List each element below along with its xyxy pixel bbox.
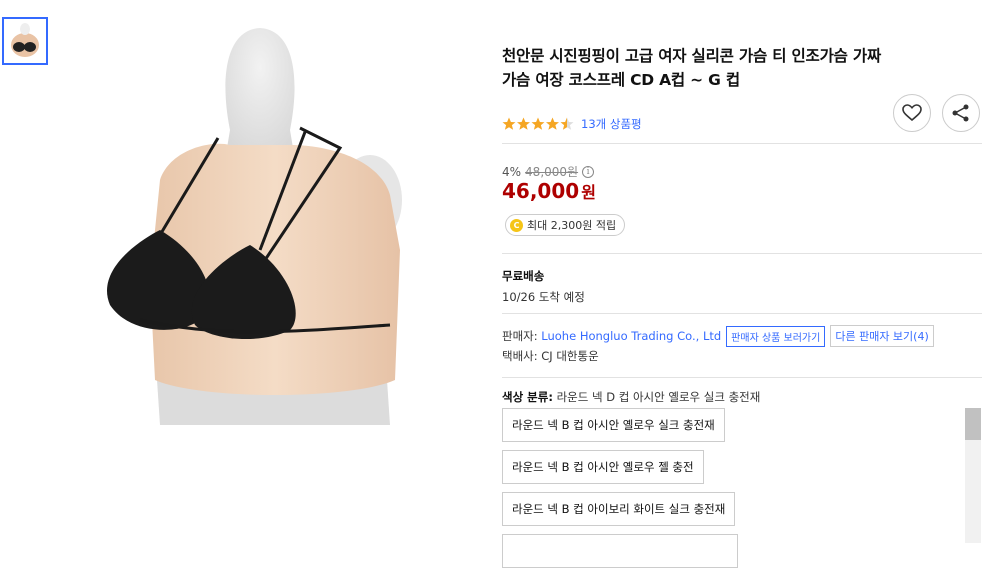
divider	[502, 377, 982, 378]
option-button[interactable]: 라운드 넥 B 컵 아이보리 화이트 실크 충전재	[502, 492, 736, 526]
wishlist-button[interactable]	[893, 94, 931, 132]
color-option-label: 색상 분류: 라운드 넥 D 컵 아시안 옐로우 실크 충전재	[502, 389, 760, 405]
coin-icon: C	[510, 218, 523, 232]
color-option-title: 색상 분류:	[502, 390, 553, 404]
product-thumbnail-image	[6, 21, 44, 61]
seller-label: 판매자:	[502, 329, 538, 343]
seller-row: 판매자: Luohe Hongluo Trading Co., Ltd 판매자 …	[502, 325, 934, 347]
discount-rate: 4%	[502, 164, 522, 179]
scrollbar-thumb[interactable]	[965, 408, 981, 440]
divider	[502, 143, 982, 144]
rating-row[interactable]: 13개 상품평	[502, 116, 642, 132]
price-amount: 46,000	[502, 179, 580, 203]
seller-name-link[interactable]: Luohe Hongluo Trading Co., Ltd	[541, 329, 721, 343]
selected-color-option: 라운드 넥 D 컵 아시안 옐로우 실크 충전재	[556, 390, 761, 404]
review-count-link[interactable]: 13개 상품평	[581, 116, 642, 132]
product-title: 천안문 시진핑핑이 고급 여자 실리콘 가슴 티 인조가슴 가짜가슴 여장 코스…	[502, 47, 882, 89]
share-icon	[952, 104, 969, 122]
view-seller-products-button[interactable]: 판매자 상품 보러가기	[726, 325, 826, 347]
price-currency: 원	[581, 183, 596, 202]
option-button[interactable]: 라운드 넥 B 컵 아시안 옐로우 젤 충전	[502, 450, 704, 484]
other-sellers-button[interactable]: 다른 판매자 보기(4)	[830, 325, 934, 347]
arrival-date: 10/26 도착 예정	[502, 290, 585, 304]
shipping-label: 무료배송	[502, 269, 545, 283]
points-badge: C 최대 2,300원 적립	[505, 214, 626, 236]
divider	[502, 313, 982, 314]
info-icon[interactable]: i	[582, 165, 595, 178]
points-text: 최대 2,300원 적립	[527, 219, 617, 232]
discount-row: 4% 48,000원 i	[502, 163, 595, 180]
original-price: 48,000원	[525, 165, 579, 179]
carrier-info: 택배사: CJ 대한통운	[502, 349, 599, 363]
product-thumbnail[interactable]	[2, 17, 48, 65]
main-product-image	[106, 28, 402, 425]
sale-price: 46,000 원	[502, 179, 596, 203]
heart-icon	[902, 104, 922, 122]
star-rating-icon	[502, 117, 574, 131]
option-button-partial[interactable]	[502, 534, 738, 568]
option-button[interactable]: 라운드 넥 B 컵 아시안 옐로우 실크 충전재	[502, 408, 725, 442]
share-button[interactable]	[942, 94, 980, 132]
divider	[502, 253, 982, 254]
